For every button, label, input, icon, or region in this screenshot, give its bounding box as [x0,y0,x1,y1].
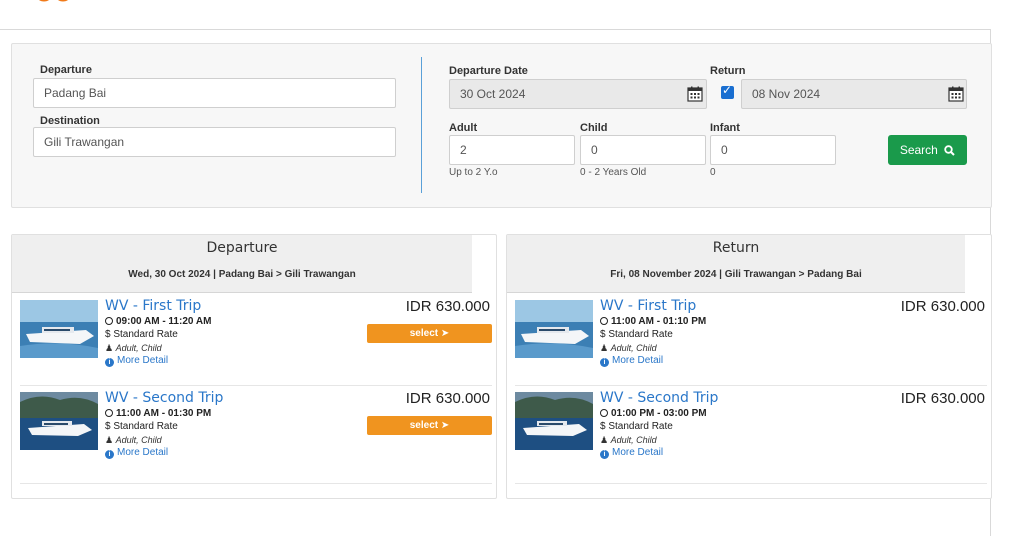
trip-row: WV - Second Trip 01:00 PM - 03:00 PM $ S… [515,386,987,484]
trip-price: IDR 630.000 [405,390,490,407]
boat-image [20,300,98,358]
boat-image [515,300,593,358]
trip-name[interactable]: WV - Second Trip [105,390,223,406]
return-label: Return [710,65,746,77]
departure-label: Departure [40,64,92,76]
info-icon: i [600,450,609,459]
user-icon: ♟ [105,435,116,445]
info-icon: i [105,358,114,367]
arrow-right-icon: ➤ [440,328,450,339]
search-icon [944,145,955,156]
departure-panel: Departure Wed, 30 Oct 2024 | Padang Bai … [11,234,497,499]
brand-logo [39,0,68,2]
trip-name[interactable]: WV - First Trip [600,298,696,314]
trip-rate: $ Standard Rate [105,421,178,432]
departure-date-input[interactable]: 30 Oct 2024 [449,79,707,109]
select-button[interactable]: select ➤ [367,416,492,435]
return-header: Return Fri, 08 November 2024 | Gili Traw… [507,235,965,293]
clock-icon [105,409,113,417]
search-button[interactable]: Search [888,135,967,165]
trip-row: WV - First Trip 09:00 AM - 11:20 AM $ St… [20,294,492,386]
infant-hint: 0 [710,167,716,178]
more-detail-link[interactable]: i More Detail [600,355,663,367]
trip-passengers: ♟ Adult, Child [600,343,657,353]
trip-time: 11:00 AM - 01:10 PM [600,316,706,327]
departure-title: Departure [206,240,278,256]
departure-subtitle: Wed, 30 Oct 2024 | Padang Bai > Gili Tra… [128,269,356,280]
header-divider [0,29,990,30]
clock-icon [600,409,608,417]
child-label: Child [580,122,608,134]
trip-passengers: ♟ Adult, Child [105,343,162,353]
user-icon: ♟ [600,435,611,445]
clock-icon [105,317,113,325]
return-date-input[interactable]: 08 Nov 2024 [741,79,967,109]
search-button-label: Search [899,143,938,157]
select-button[interactable]: select ➤ [367,324,492,343]
trip-name[interactable]: WV - First Trip [105,298,201,314]
destination-input[interactable]: Gili Trawangan [33,127,396,157]
calendar-icon[interactable] [687,86,703,102]
more-detail-link[interactable]: i More Detail [600,447,663,459]
adult-label: Adult [449,122,478,134]
return-subtitle: Fri, 08 November 2024 | Gili Trawangan >… [610,269,862,280]
departure-date-label: Departure Date [449,65,528,77]
return-title: Return [712,240,760,256]
destination-label: Destination [40,115,100,127]
adult-input[interactable]: 2 [449,135,575,165]
user-icon: ♟ [105,343,116,353]
boat-image [20,392,98,450]
return-panel: Return Fri, 08 November 2024 | Gili Traw… [506,234,992,499]
trip-passengers: ♟ Adult, Child [105,435,162,445]
trip-row: WV - Second Trip 11:00 AM - 01:30 PM $ S… [20,386,492,484]
trip-passengers: ♟ Adult, Child [600,435,657,445]
info-icon: i [105,450,114,459]
user-icon: ♟ [600,343,611,353]
trip-price: IDR 630.000 [900,390,985,407]
adult-hint: Up to 2 Y.o [449,167,498,178]
infant-label: Infant [710,122,740,134]
clock-icon [600,317,608,325]
info-icon: i [600,358,609,367]
more-detail-link[interactable]: i More Detail [105,355,168,367]
child-input[interactable]: 0 [580,135,706,165]
trip-rate: $ Standard Rate [600,329,673,340]
trip-rate: $ Standard Rate [105,329,178,340]
more-detail-link[interactable]: i More Detail [105,447,168,459]
trip-rate: $ Standard Rate [600,421,673,432]
departure-input[interactable]: Padang Bai [33,78,396,108]
trip-row: WV - First Trip 11:00 AM - 01:10 PM $ St… [515,294,987,386]
trip-price: IDR 630.000 [405,298,490,315]
infant-input[interactable]: 0 [710,135,836,165]
child-hint: 0 - 2 Years Old [580,167,647,178]
trip-time: 09:00 AM - 11:20 AM [105,316,211,327]
boat-image [515,392,593,450]
trip-name[interactable]: WV - Second Trip [600,390,718,406]
trip-time: 01:00 PM - 03:00 PM [600,408,707,419]
search-divider [421,57,422,193]
return-checkbox[interactable]: ✓ [721,83,734,99]
calendar-icon[interactable] [948,86,964,102]
departure-header: Departure Wed, 30 Oct 2024 | Padang Bai … [12,235,472,293]
trip-price: IDR 630.000 [900,298,985,315]
arrow-right-icon: ➤ [440,420,450,431]
trip-time: 11:00 AM - 01:30 PM [105,408,211,419]
